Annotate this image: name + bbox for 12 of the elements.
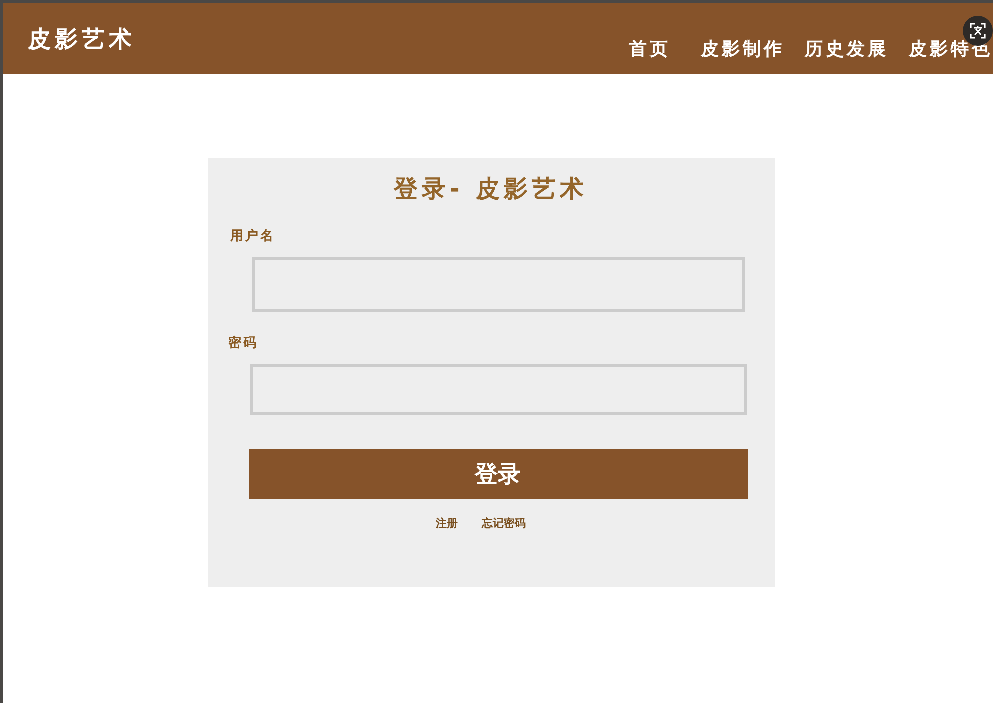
text-link[interactable]: 注册 [436, 516, 458, 531]
input-field[interactable] [252, 257, 744, 312]
nav-link[interactable]: 皮影制作 [701, 37, 785, 61]
input-field[interactable] [250, 364, 746, 415]
login-button[interactable]: 登录 [248, 449, 748, 499]
login-title: 登录- 皮影艺术 [394, 174, 588, 205]
nav-link[interactable]: 历史发展 [805, 37, 889, 61]
site-title: 皮影艺术 [28, 26, 136, 55]
nav-link[interactable]: 首页 [629, 37, 671, 61]
text-link[interactable]: 忘记密码 [482, 516, 526, 531]
field-label: 密码 [228, 334, 258, 352]
field-label: 用户名 [230, 228, 276, 245]
